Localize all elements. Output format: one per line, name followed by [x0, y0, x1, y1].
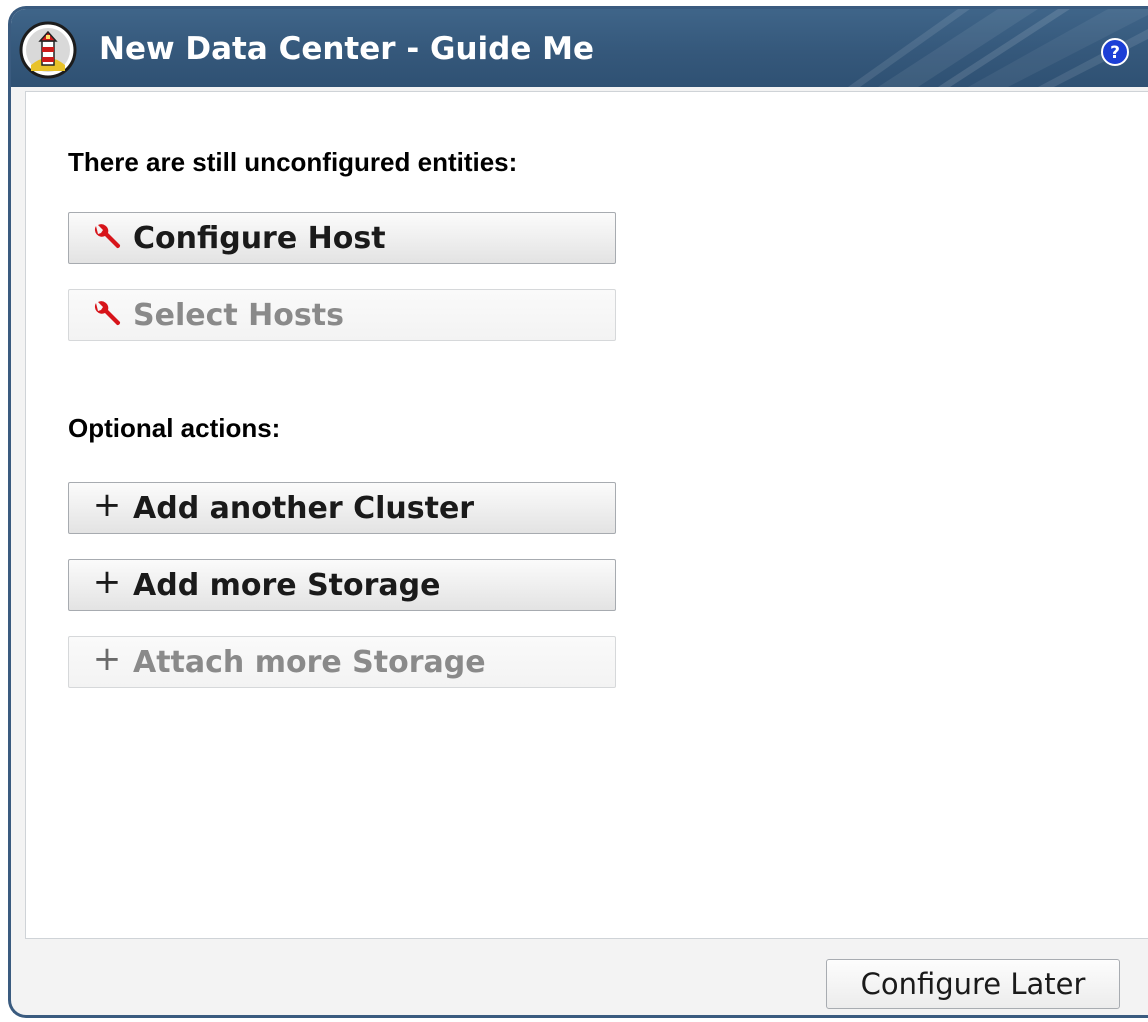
lighthouse-logo-icon [19, 21, 77, 79]
attach-more-storage-label: Attach more Storage [133, 644, 486, 680]
guide-me-dialog: New Data Center - Guide Me ? There are s… [8, 6, 1148, 1018]
add-another-cluster-button[interactable]: + Add another Cluster [68, 482, 616, 534]
titlebar-decoration [848, 9, 1148, 87]
plus-icon: + [92, 639, 122, 679]
dialog-content: There are still unconfigured entities: C… [25, 91, 1148, 939]
add-more-storage-button[interactable]: + Add more Storage [68, 559, 616, 611]
help-question-icon[interactable]: ? [1100, 37, 1130, 67]
configure-host-button[interactable]: Configure Host [68, 212, 616, 264]
attach-more-storage-button[interactable]: + Attach more Storage [68, 636, 616, 688]
plus-icon: + [92, 485, 122, 525]
plus-icon: + [92, 562, 122, 602]
dialog-title: New Data Center - Guide Me [99, 31, 595, 67]
dialog-titlebar[interactable]: New Data Center - Guide Me ? [11, 9, 1148, 87]
wrench-icon [85, 295, 129, 335]
optional-actions-heading: Optional actions: [68, 413, 281, 443]
select-hosts-button[interactable]: Select Hosts [68, 289, 616, 341]
configure-later-button[interactable]: Configure Later [826, 959, 1120, 1009]
unconfigured-heading: There are still unconfigured entities: [68, 147, 518, 177]
configure-host-label: Configure Host [133, 220, 386, 256]
wrench-icon [85, 218, 129, 258]
select-hosts-label: Select Hosts [133, 297, 344, 333]
add-more-storage-label: Add more Storage [133, 567, 441, 603]
add-another-cluster-label: Add another Cluster [133, 490, 475, 526]
svg-text:?: ? [1110, 43, 1120, 63]
